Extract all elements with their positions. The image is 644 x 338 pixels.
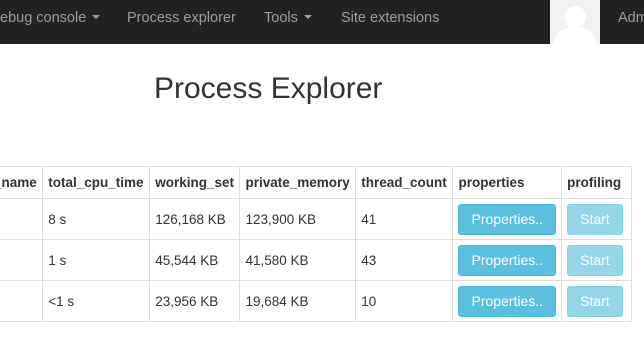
cell-total-cpu-time: <1 s xyxy=(42,280,151,322)
cell-thread-count: 41 xyxy=(355,198,454,240)
start-profiling-button[interactable]: Start xyxy=(567,285,623,317)
nav-user-menu[interactable]: Adm xyxy=(618,0,644,44)
nav-tools-label: Tools xyxy=(264,10,298,26)
properties-button[interactable]: Properties.. xyxy=(458,203,557,235)
caret-down-icon xyxy=(92,15,101,20)
cell-name: fl xyxy=(0,239,44,281)
nav-debug-console-label: ebug console xyxy=(0,10,87,26)
nav-site-extensions-label: Site extensions xyxy=(341,10,440,26)
cell-name: fl xyxy=(0,198,44,240)
start-profiling-button[interactable]: Start xyxy=(567,203,623,235)
nav-debug-console[interactable]: ebug console xyxy=(0,0,101,44)
column-header-name: _name xyxy=(0,166,44,199)
caret-down-icon xyxy=(303,15,312,20)
nav-site-extensions[interactable]: Site extensions xyxy=(341,0,439,44)
nav-process-explorer[interactable]: Process explorer xyxy=(127,0,236,44)
user-silhouette-icon xyxy=(553,6,597,44)
column-header-properties: properties xyxy=(452,166,563,199)
cell-total-cpu-time: 8 s xyxy=(42,198,151,240)
column-header-thread-count: thread_count xyxy=(355,166,454,199)
properties-button[interactable]: Properties.. xyxy=(458,285,557,317)
table-header-row: _name total_cpu_time working_set private… xyxy=(0,166,632,199)
cell-profiling: Start xyxy=(561,239,632,281)
top-navbar: ebug console Process explorer Tools Site… xyxy=(0,0,644,44)
column-header-total-cpu-time: total_cpu_time xyxy=(42,166,151,199)
nav-user-label: Adm xyxy=(618,10,644,26)
cell-working-set: 126,168 KB xyxy=(149,198,241,240)
cell-thread-count: 43 xyxy=(355,239,454,281)
cell-private-memory: 123,900 KB xyxy=(239,198,357,240)
properties-button[interactable]: Properties.. xyxy=(458,244,557,276)
page-title: Process Explorer xyxy=(154,72,383,105)
cell-profiling: Start xyxy=(561,280,632,322)
cell-working-set: 23,956 KB xyxy=(149,280,241,322)
process-table: _name total_cpu_time working_set private… xyxy=(0,166,632,322)
cell-name: fl xyxy=(0,280,44,322)
cell-private-memory: 41,580 KB xyxy=(239,239,357,281)
cell-properties: Properties.. xyxy=(452,280,563,322)
table-row: fl 1 s 45,544 KB 41,580 KB 43 Properties… xyxy=(0,239,632,281)
column-header-profiling: profiling xyxy=(561,166,632,199)
cell-properties: Properties.. xyxy=(452,198,563,240)
avatar[interactable] xyxy=(550,0,600,44)
cell-thread-count: 10 xyxy=(355,280,454,322)
nav-process-explorer-label: Process explorer xyxy=(127,10,236,26)
nav-tools[interactable]: Tools xyxy=(264,0,312,44)
cell-properties: Properties.. xyxy=(452,239,563,281)
column-header-private-memory: private_memory xyxy=(239,166,357,199)
cell-total-cpu-time: 1 s xyxy=(42,239,151,281)
cell-profiling: Start xyxy=(561,198,632,240)
column-header-working-set: working_set xyxy=(149,166,241,199)
cell-private-memory: 19,684 KB xyxy=(239,280,357,322)
cell-working-set: 45,544 KB xyxy=(149,239,241,281)
table-row: fl <1 s 23,956 KB 19,684 KB 10 Propertie… xyxy=(0,280,632,322)
start-profiling-button[interactable]: Start xyxy=(567,244,623,276)
table-row: fl 8 s 126,168 KB 123,900 KB 41 Properti… xyxy=(0,198,632,240)
